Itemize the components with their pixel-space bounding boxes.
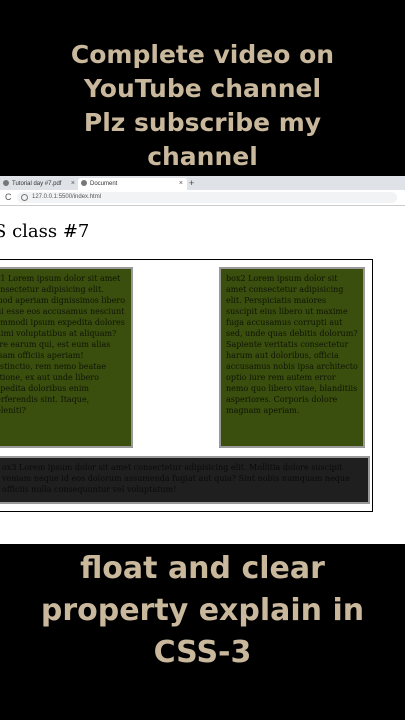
browser-tab-bar: Tutorial day #7.pdf × Document × + bbox=[0, 176, 405, 190]
promo-caption-bottom: float and clear property explain in CSS-… bbox=[0, 548, 405, 674]
float-left-box: ox1 Lorem ipsum dolor sit amet consectet… bbox=[0, 267, 133, 448]
address-bar: C 127.0.0.1:5500/index.html bbox=[0, 190, 405, 206]
caption-line: float and clear bbox=[80, 551, 325, 586]
caption-line: YouTube channel bbox=[83, 74, 322, 103]
float-right-box: box2 Lorem ipsum dolor sit amet consecte… bbox=[219, 267, 365, 448]
caption-line: CSS-3 bbox=[153, 635, 252, 670]
tab-document[interactable]: Document × bbox=[78, 178, 187, 190]
close-icon[interactable]: × bbox=[71, 178, 75, 190]
tab-label: Document bbox=[90, 181, 118, 187]
new-tab-button[interactable]: + bbox=[189, 177, 194, 189]
promo-caption-top: Complete video on YouTube channel Plz su… bbox=[0, 38, 405, 174]
clear-box: ox3 Lorem ipsum dolor sit amet consectet… bbox=[0, 456, 370, 504]
caption-line: channel bbox=[147, 142, 258, 171]
caption-line: Complete video on bbox=[70, 40, 335, 69]
page-title: SS class #7 bbox=[0, 221, 90, 242]
globe-icon bbox=[81, 180, 87, 187]
url-text: 127.0.0.1:5500/index.html bbox=[32, 194, 102, 200]
close-icon[interactable]: × bbox=[179, 178, 183, 190]
reload-icon[interactable]: C bbox=[5, 192, 12, 202]
tab-label: Tutorial day #7.pdf bbox=[12, 181, 62, 187]
caption-line: Plz subscribe my bbox=[83, 108, 322, 137]
tab-pdf[interactable]: Tutorial day #7.pdf × bbox=[0, 178, 79, 190]
url-field[interactable]: 127.0.0.1:5500/index.html bbox=[17, 192, 397, 203]
pdf-icon bbox=[3, 180, 9, 187]
info-icon[interactable] bbox=[21, 194, 28, 201]
browser-screenshot: Tutorial day #7.pdf × Document × + C 127… bbox=[0, 176, 405, 544]
caption-line: property explain in bbox=[40, 593, 365, 628]
